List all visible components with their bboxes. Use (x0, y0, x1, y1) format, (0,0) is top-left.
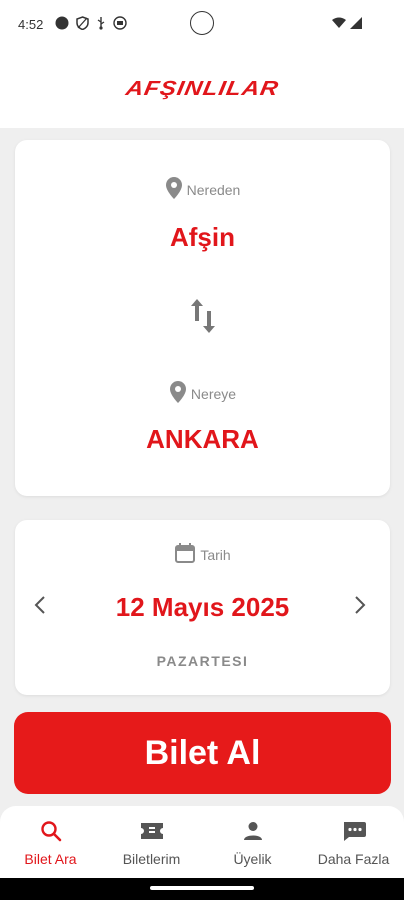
date-label: Tarih (200, 546, 231, 563)
nav-item-bilet-ara[interactable]: Bilet Ara (0, 806, 101, 878)
nav-label: Bilet Ara (24, 851, 77, 867)
app-header: AFŞINLILAR (0, 50, 404, 128)
from-field-label[interactable]: Nereden (15, 176, 390, 203)
nav-item-daha-fazla[interactable]: Daha Fazla (303, 806, 404, 878)
nav-item-uyelik[interactable]: Üyelik (202, 806, 303, 878)
home-gesture-handle[interactable] (150, 886, 254, 890)
signal-icon (350, 16, 362, 34)
to-label: Nereye (190, 385, 237, 402)
calendar-icon (174, 542, 196, 567)
notification-dot-icon (55, 16, 69, 35)
from-city[interactable]: Afşin (15, 222, 390, 253)
weekday-label: PAZARTESI (156, 653, 249, 669)
location-pin-icon (165, 176, 183, 203)
person-icon (242, 820, 264, 845)
route-card: Nereden Afşin Nereye ANKARA (15, 140, 390, 496)
nav-item-biletlerim[interactable]: Biletlerim (101, 806, 202, 878)
location-pin-icon (169, 380, 187, 407)
date-field-label: Tarih (15, 542, 390, 567)
from-label: Nereden (186, 181, 241, 198)
brand-logo: AFŞINLILAR (123, 77, 281, 101)
nav-label: Üyelik (233, 851, 272, 867)
bottom-navigation: Bilet Ara Biletlerim Üyelik Daha Fazla (0, 806, 404, 878)
camera-cutout (190, 11, 214, 35)
status-bar: 4:52 (0, 0, 404, 50)
app-notification-icon (113, 16, 127, 35)
to-city[interactable]: ANKARA (15, 424, 390, 455)
usb-icon (96, 16, 106, 35)
to-field-label[interactable]: Nereye (15, 380, 390, 407)
swap-arrows-icon (189, 297, 217, 340)
nav-label: Biletlerim (122, 851, 181, 867)
chevron-right-icon (354, 595, 366, 620)
nav-label: Daha Fazla (317, 851, 390, 867)
date-card: Tarih 12 Mayıs 2025 PAZARTESI (15, 520, 390, 695)
next-date-button[interactable] (348, 595, 372, 619)
system-gesture-bar (0, 878, 404, 900)
shield-icon (76, 16, 89, 35)
search-icon (40, 820, 62, 845)
status-time: 4:52 (18, 17, 44, 32)
more-chat-icon (341, 820, 367, 845)
wifi-icon (332, 16, 346, 34)
status-notification-icons (55, 16, 127, 35)
buy-ticket-button[interactable]: Bilet Al (14, 712, 391, 794)
ticket-icon (139, 820, 165, 845)
selected-date[interactable]: 12 Mayıs 2025 (15, 592, 390, 623)
status-system-icons (332, 16, 362, 34)
swap-button[interactable] (187, 298, 219, 338)
